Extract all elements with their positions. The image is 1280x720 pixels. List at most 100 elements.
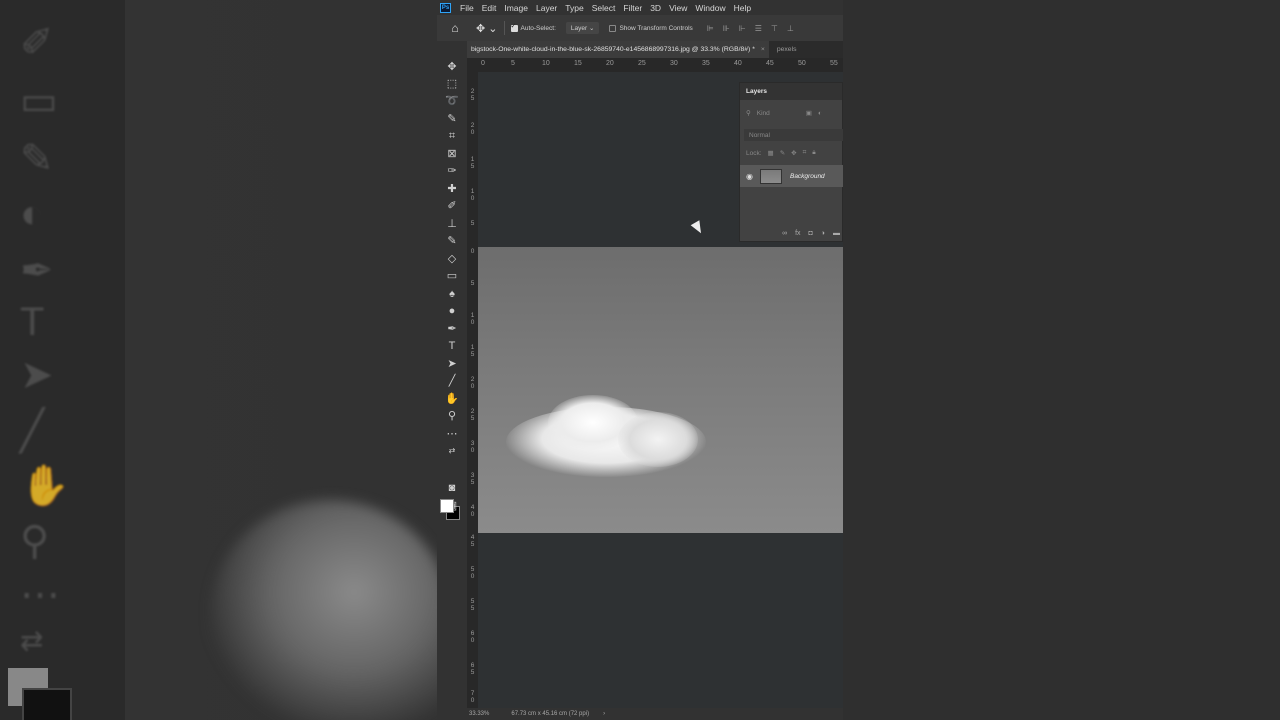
auto-select-checkbox[interactable] bbox=[510, 22, 518, 32]
gradient-tool-icon[interactable]: ▭ bbox=[444, 269, 460, 284]
filter-adjust-icon[interactable]: ◐ bbox=[818, 110, 822, 117]
more-tools-icon[interactable]: ⋯ bbox=[444, 427, 460, 442]
status-menu-arrow[interactable]: › bbox=[603, 711, 605, 717]
menu-image[interactable]: Image bbox=[500, 3, 532, 13]
path-selection-tool-icon[interactable]: ➤ bbox=[444, 357, 460, 372]
document-tab-second[interactable]: pexels bbox=[777, 46, 797, 53]
horizontal-ruler[interactable]: 0 5 10 15 20 25 30 35 40 45 50 55 bbox=[481, 58, 843, 73]
home-icon[interactable]: ⌂ bbox=[448, 21, 462, 35]
document-tab-active[interactable]: bigstock-One-white-cloud-in-the-blue-sk-… bbox=[467, 41, 769, 58]
move-tool-icon[interactable]: ✥ bbox=[444, 60, 460, 75]
align-center-icon[interactable]: ⊪ bbox=[723, 24, 730, 33]
cloud bbox=[618, 412, 698, 467]
close-tab-icon[interactable]: × bbox=[761, 46, 765, 53]
align-middle-icon[interactable]: ⊥ bbox=[787, 24, 794, 33]
menu-type[interactable]: Type bbox=[561, 3, 587, 13]
history-brush-tool-icon[interactable]: ✎ bbox=[444, 234, 460, 249]
ruler-h-tick: 55 bbox=[830, 60, 838, 67]
ruler-v-tick: 3 5 bbox=[470, 472, 475, 486]
folder-icon[interactable]: ▬ bbox=[833, 230, 840, 237]
fx-icon[interactable]: fx bbox=[795, 230, 800, 237]
distribute-icon[interactable]: ☰ bbox=[755, 24, 762, 33]
menu-help[interactable]: Help bbox=[730, 3, 755, 13]
zoom-tool-icon[interactable]: ⚲ bbox=[444, 409, 460, 424]
ruler-v-tick: 5 bbox=[470, 220, 475, 227]
lock-artboard-icon[interactable]: ⌗ bbox=[803, 149, 807, 157]
healing-brush-tool-icon[interactable]: ✚ bbox=[444, 182, 460, 197]
right-backdrop bbox=[843, 0, 1280, 720]
ruler-v-tick: 3 0 bbox=[470, 440, 475, 454]
adjustment-icon[interactable]: ◑ bbox=[821, 230, 825, 237]
menu-layer[interactable]: Layer bbox=[532, 3, 561, 13]
foreground-color-swatch[interactable] bbox=[440, 499, 454, 513]
menu-view[interactable]: View bbox=[665, 3, 691, 13]
frame-tool-icon[interactable]: ⊠ bbox=[444, 147, 460, 162]
auto-select-target-dropdown[interactable]: Layer ⌄ bbox=[565, 22, 600, 34]
blend-mode-value: Normal bbox=[749, 131, 770, 139]
menu-file[interactable]: File bbox=[456, 3, 478, 13]
ruler-v-tick: 1 5 bbox=[470, 344, 475, 358]
vertical-ruler[interactable]: 2 5 2 0 1 5 1 0 5 0 5 1 0 1 5 2 0 2 5 3 … bbox=[467, 72, 478, 712]
ruler-v-tick: 2 0 bbox=[470, 376, 475, 390]
menu-select[interactable]: Select bbox=[588, 3, 620, 13]
align-top-icon[interactable]: ⊤ bbox=[771, 24, 778, 33]
quick-mask-icon[interactable]: ◙ bbox=[444, 481, 460, 496]
align-left-icon[interactable]: ⊫ bbox=[707, 24, 714, 33]
ghost-swap-icon: ⇄ bbox=[20, 625, 44, 656]
lock-image-icon[interactable]: ✎ bbox=[780, 149, 785, 157]
zoom-level[interactable]: 33.33% bbox=[469, 711, 489, 717]
document-size: 67.73 cm x 45.16 cm (72 ppi) bbox=[511, 711, 590, 717]
visibility-eye-icon[interactable]: ◉ bbox=[746, 172, 753, 181]
layer-name: Background bbox=[789, 172, 825, 180]
tools-panel: ✥ ⬚ ➰ ✎ ⌗ ⊠ ✑ ✚ ✐ ⊥ ✎ ◇ ▭ ♠ ● ✒ T ➤ ╱ ✋ … bbox=[437, 41, 467, 720]
clone-stamp-tool-icon[interactable]: ⊥ bbox=[444, 217, 460, 232]
layer-row-background[interactable]: ◉ Background bbox=[740, 165, 843, 187]
ruler-h-tick: 5 bbox=[511, 60, 515, 67]
lock-all-icon[interactable]: 🔒︎ bbox=[812, 149, 815, 157]
blend-mode-dropdown[interactable]: Normal bbox=[744, 129, 843, 141]
type-tool-icon[interactable]: T bbox=[444, 339, 460, 354]
lasso-tool-icon[interactable]: ➰ bbox=[444, 94, 460, 109]
crop-tool-icon[interactable]: ⌗ bbox=[444, 129, 460, 144]
ruler-h-tick: 40 bbox=[734, 60, 742, 67]
layer-thumbnail bbox=[759, 168, 782, 184]
ghost-line-icon: ╱ bbox=[20, 409, 45, 453]
auto-select-label: Auto-Select: bbox=[520, 24, 556, 32]
move-tool-preset-icon[interactable]: ✥ ⌄ bbox=[476, 22, 498, 35]
align-right-icon[interactable]: ⊩ bbox=[739, 24, 746, 33]
dodge-tool-icon[interactable]: ● bbox=[444, 304, 460, 319]
eyedropper-tool-icon[interactable]: ✑ bbox=[444, 164, 460, 179]
menu-filter[interactable]: Filter bbox=[619, 3, 646, 13]
menu-edit[interactable]: Edit bbox=[478, 3, 501, 13]
layers-panel-footer: ∞ fx ◘ ◑ ▬ bbox=[740, 230, 843, 237]
layers-panel-header[interactable]: Layers bbox=[740, 83, 842, 100]
show-transform-label: Show Transform Controls bbox=[619, 24, 693, 32]
eraser-tool-icon[interactable]: ◇ bbox=[444, 252, 460, 267]
menu-window[interactable]: Window bbox=[691, 3, 729, 13]
pen-tool-icon[interactable]: ✒ bbox=[444, 322, 460, 337]
align-buttons: ⊫ ⊪ ⊩ ☰ ⊤ ⊥ bbox=[707, 24, 794, 33]
quick-selection-tool-icon[interactable]: ✎ bbox=[444, 112, 460, 127]
status-bar: 33.33% 67.73 cm x 45.16 cm (72 ppi) › bbox=[467, 708, 843, 720]
menu-3d[interactable]: 3D bbox=[646, 3, 665, 13]
lock-position-icon[interactable]: ✥ bbox=[791, 149, 796, 157]
show-transform-checkbox[interactable] bbox=[609, 24, 617, 32]
lock-label: Lock: bbox=[746, 149, 762, 157]
line-tool-icon[interactable]: ╱ bbox=[444, 374, 460, 389]
mask-icon[interactable]: ◘ bbox=[809, 230, 813, 237]
swap-colors-icon[interactable]: ⇄ bbox=[444, 443, 460, 458]
filter-image-icon[interactable]: ▣ bbox=[806, 109, 812, 117]
ghost-background-swatch bbox=[22, 688, 72, 720]
document-image[interactable] bbox=[478, 247, 843, 533]
brush-tool-icon[interactable]: ✐ bbox=[444, 199, 460, 214]
lock-transparent-icon[interactable]: ▦ bbox=[768, 149, 774, 157]
ghost-dodge-icon: ◐ bbox=[20, 192, 45, 236]
link-icon[interactable]: ∞ bbox=[782, 230, 787, 237]
marquee-tool-icon[interactable]: ⬚ bbox=[444, 77, 460, 92]
blur-tool-icon[interactable]: ♠ bbox=[444, 287, 460, 302]
ghost-eraser-icon: ✐ bbox=[20, 21, 54, 65]
ruler-v-tick: 4 0 bbox=[470, 504, 475, 518]
layer-filter-row[interactable]: ⚲ Kind ▣ ◐ bbox=[746, 109, 822, 118]
photoshop-logo-icon[interactable]: Ps bbox=[440, 2, 451, 13]
hand-tool-icon[interactable]: ✋ bbox=[444, 392, 460, 407]
